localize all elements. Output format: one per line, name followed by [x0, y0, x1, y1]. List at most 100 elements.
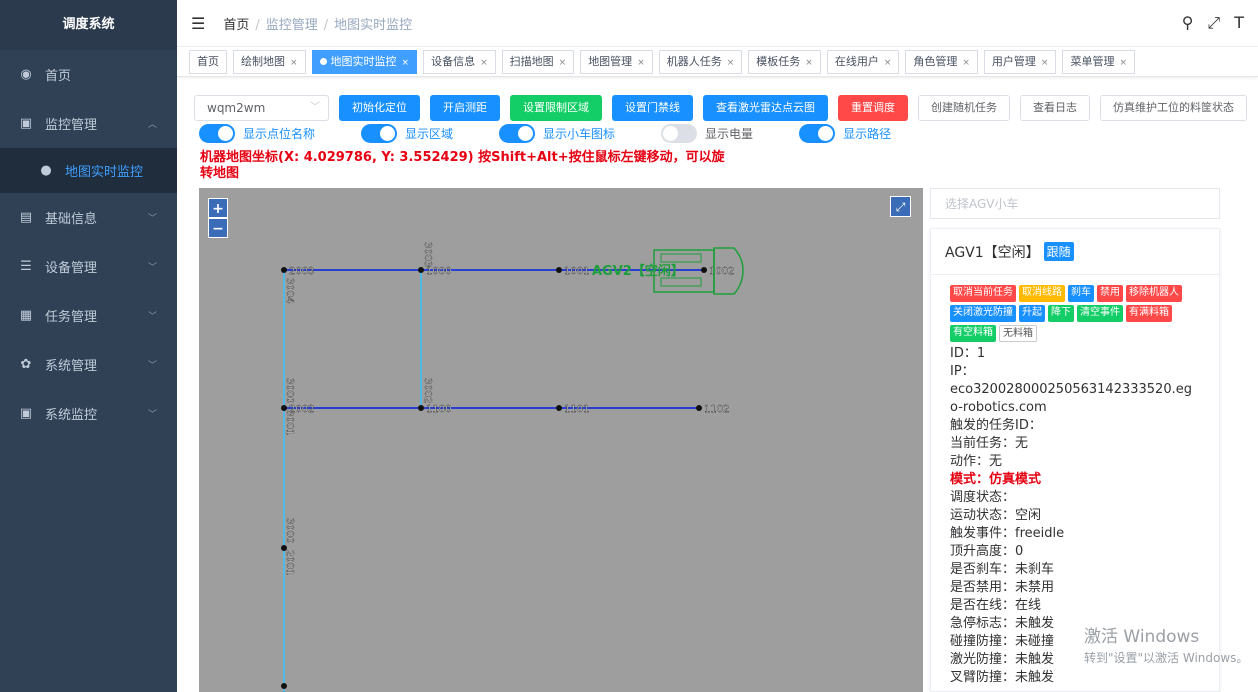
remove-robot-button[interactable]: 移除机器人 — [1126, 285, 1182, 302]
node-1101[interactable] — [556, 405, 562, 411]
close-icon[interactable]: × — [480, 58, 488, 68]
switch-battery[interactable]: 显示电量 — [661, 124, 753, 143]
close-icon[interactable]: × — [1119, 58, 1127, 68]
document-icon: ▤ — [19, 210, 33, 225]
chevron-down-icon: ﹀ — [310, 102, 320, 113]
sidebar-item-monitor[interactable]: ▣ 监控管理 ︿ — [0, 99, 177, 148]
tag-roles[interactable]: 角色管理 × — [905, 49, 978, 74]
sidebar-item-label: 设备管理 — [45, 261, 98, 276]
create-random-task-button[interactable]: 创建随机任务 — [918, 95, 1010, 121]
agv-label: AGV2【空闲】 — [592, 263, 684, 279]
node-label-1001: 1001 — [564, 266, 589, 277]
start-test-button[interactable]: 开启测距 — [430, 95, 500, 121]
close-laser-button[interactable]: 关闭激光防撞 — [950, 305, 1016, 322]
no-box-button[interactable]: 无料箱 — [999, 325, 1037, 342]
monitor-icon: ▣ — [19, 406, 33, 421]
map-fullscreen-button[interactable]: ⤢ — [890, 196, 911, 217]
cancel-route-button[interactable]: 取消线路 — [1019, 285, 1065, 302]
agv-select[interactable]: 选择AGV小车 — [930, 188, 1220, 219]
sidebar-item-home[interactable]: ◉ 首页 — [0, 50, 177, 99]
close-icon[interactable]: × — [805, 58, 813, 68]
switch-path[interactable]: 显示路径 — [799, 124, 891, 143]
breadcrumb: 首页 / 监控管理 / 地图实时监控 — [223, 17, 413, 33]
info-current-task: 当前任务：无 — [950, 436, 1029, 451]
map-canvas[interactable]: 2003 1000 1001 1002 2002 1100 1101 1102 … — [199, 188, 923, 692]
tag-template-task[interactable]: 模板任务 × — [748, 49, 821, 74]
lift-down-button[interactable]: 降下 — [1048, 305, 1074, 322]
view-log-button[interactable]: 查看日志 — [1020, 95, 1090, 121]
display-switches: 显示点位名称 显示区域 显示小车图标 显示电量 显示路径 — [199, 124, 937, 143]
switch-car-icon[interactable]: 显示小车图标 — [499, 124, 615, 143]
node-1000[interactable] — [418, 267, 424, 273]
sidebar-item-device[interactable]: ☰ 设备管理 ﹀ — [0, 242, 177, 291]
tag-online-users[interactable]: 在线用户 × — [826, 49, 900, 74]
menu-toggle-icon[interactable]: ☰ — [191, 14, 205, 33]
tag-users[interactable]: 用户管理 × — [983, 49, 1057, 74]
tag-draw-map[interactable]: 绘制地图 × — [233, 49, 306, 74]
close-icon[interactable]: × — [637, 58, 645, 68]
tag-menus[interactable]: 菜单管理 × — [1062, 49, 1136, 74]
node-label-2003: 2003 — [289, 266, 314, 277]
switch-point-name[interactable]: 显示点位名称 — [199, 124, 315, 143]
lift-up-button[interactable]: 升起 — [1019, 305, 1045, 322]
agv-fork-top — [660, 253, 702, 263]
tag-scan-map[interactable]: 扫描地图 × — [501, 49, 575, 74]
close-icon[interactable]: × — [884, 58, 892, 68]
disable-button[interactable]: 禁用 — [1097, 285, 1123, 302]
close-icon[interactable]: × — [1041, 58, 1049, 68]
sidebar-item-basic-info[interactable]: ▤ 基础信息 ﹀ — [0, 193, 177, 242]
breadcrumb-home[interactable]: 首页 — [223, 18, 249, 33]
map-svg[interactable]: 2003 1000 1001 1002 2002 1100 1101 1102 … — [199, 188, 923, 692]
globe-icon: ● — [40, 163, 52, 178]
sidebar-item-label: 基础信息 — [45, 212, 98, 227]
tag-robot-task[interactable]: 机器人任务 × — [658, 49, 743, 74]
edge-label-3000: 3000 — [284, 378, 295, 403]
node-label-1000: 1000 — [426, 266, 451, 277]
follow-button[interactable]: 跟随 — [1043, 242, 1074, 261]
sidebar-item-system-monitor[interactable]: ▣ 系统监控 ﹀ — [0, 389, 177, 438]
clear-events-button[interactable]: 清空事件 — [1077, 305, 1123, 322]
cancel-task-button[interactable]: 取消当前任务 — [950, 285, 1016, 302]
brake-button[interactable]: 刹车 — [1068, 285, 1094, 302]
close-icon[interactable]: × — [290, 58, 298, 68]
fullscreen-icon[interactable]: ⤢ — [1207, 13, 1220, 33]
tag-home[interactable]: 首页 — [189, 49, 227, 74]
set-limit-area-button[interactable]: 设置限制区域 — [510, 95, 602, 121]
tag-map-monitor[interactable]: 地图实时监控 × — [311, 49, 418, 74]
map-select[interactable]: wqm2wm ﹀ — [194, 95, 329, 121]
full-box-button[interactable]: 有满料箱 — [1126, 305, 1172, 322]
empty-box-button[interactable]: 有空料箱 — [950, 325, 996, 342]
navbar: ☰ 首页 / 监控管理 / 地图实时监控 ⚲ ⤢ T — [177, 0, 1258, 47]
node-bottom-left[interactable] — [281, 683, 287, 689]
tag-device-info[interactable]: 设备信息 × — [423, 49, 496, 74]
info-motion-state: 运动状态：空闲 — [950, 508, 1042, 523]
zoom-in-button[interactable]: + — [208, 198, 228, 218]
font-size-icon[interactable]: T — [1234, 13, 1244, 33]
init-position-button[interactable]: 初始化定位 — [339, 95, 420, 121]
search-icon[interactable]: ⚲ — [1182, 13, 1194, 33]
simulate-status-button[interactable]: 仿真维护工位的料筐状态 — [1100, 95, 1247, 121]
coordinate-readout: 机器地图坐标(X: 4.029786, Y: 3.552429) 按Shift+… — [200, 150, 725, 181]
sidebar-item-system[interactable]: ✿ 系统管理 ﹀ — [0, 340, 177, 389]
node-1100[interactable] — [418, 405, 424, 411]
close-icon[interactable]: × — [727, 58, 735, 68]
view-laser-button[interactable]: 查看激光雷达点云图 — [703, 95, 828, 121]
node-1002[interactable] — [701, 267, 707, 273]
close-icon[interactable]: × — [962, 58, 970, 68]
sidebar-item-task[interactable]: ▦ 任务管理 ﹀ — [0, 291, 177, 340]
reset-dispatch-button[interactable]: 重置调度 — [838, 95, 908, 121]
info-trigger-task: 触发的任务ID： — [950, 418, 1042, 433]
sidebar-item-map-monitor[interactable]: ● 地图实时监控 — [0, 148, 177, 193]
node-label-1102: 1102 — [704, 404, 729, 415]
set-door-ban-button[interactable]: 设置门禁线 — [612, 95, 693, 121]
close-icon[interactable]: × — [559, 58, 567, 68]
info-lift-height: 顶升高度：0 — [950, 544, 1024, 559]
zoom-out-button[interactable]: − — [208, 218, 228, 238]
close-icon[interactable]: × — [402, 58, 410, 68]
info-ip-label: IP： — [950, 364, 975, 379]
node-1001[interactable] — [556, 267, 562, 273]
switch-area[interactable]: 显示区域 — [361, 124, 453, 143]
node-1102[interactable] — [696, 405, 702, 411]
tag-map-manage[interactable]: 地图管理 × — [580, 49, 653, 74]
node-2003[interactable] — [281, 267, 287, 273]
